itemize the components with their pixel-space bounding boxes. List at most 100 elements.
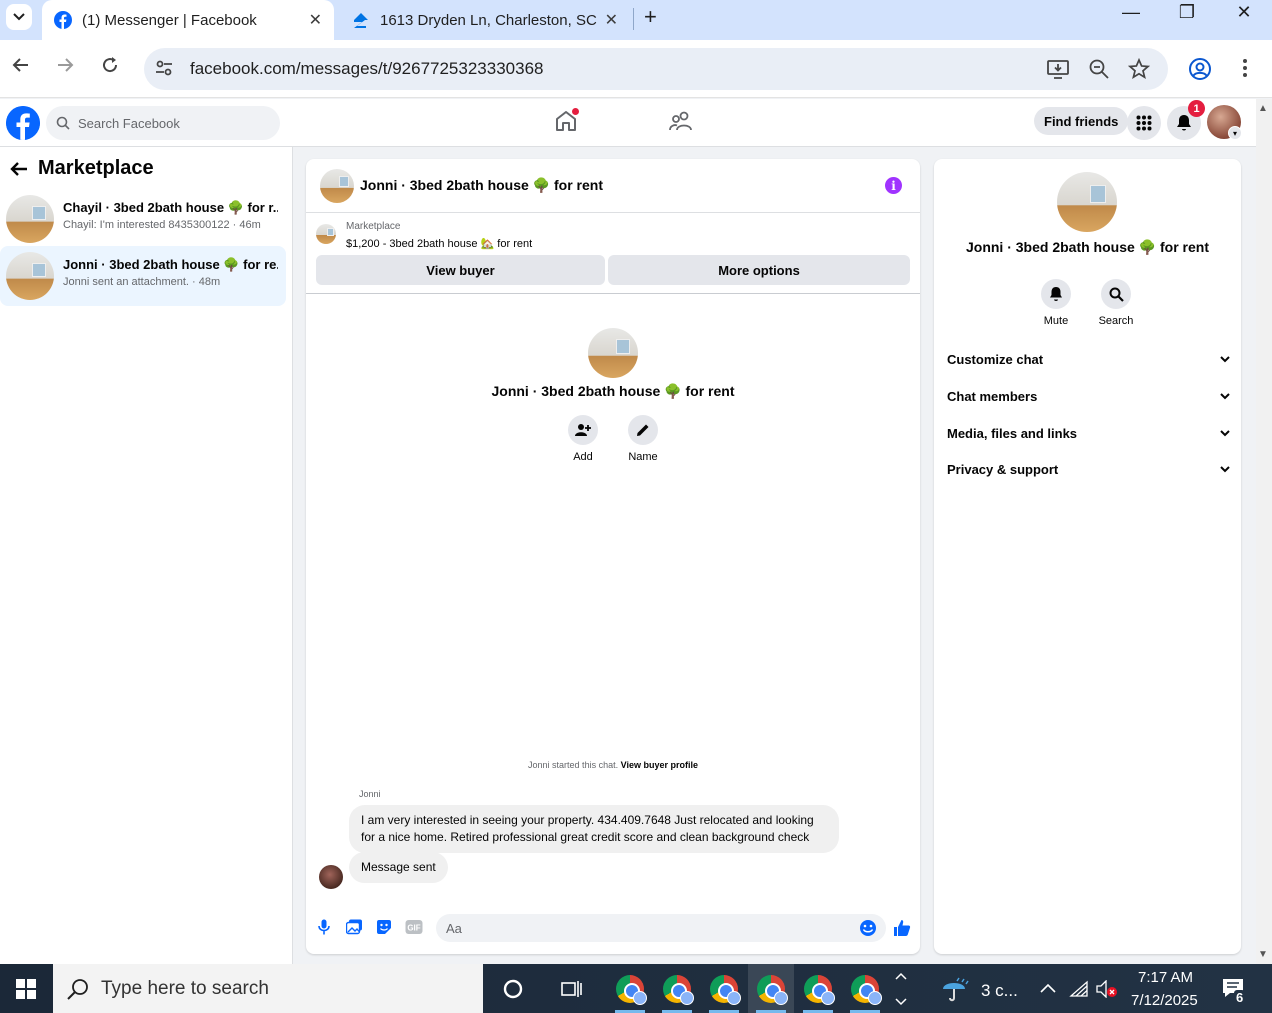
search-icon	[56, 116, 70, 130]
message-bubble[interactable]: Message sent	[349, 852, 448, 883]
chrome-taskbar-button[interactable]	[842, 964, 888, 1013]
emoji-icon[interactable]	[859, 919, 877, 937]
chrome-taskbar-button-active[interactable]	[748, 964, 794, 1013]
facebook-logo-icon[interactable]	[6, 106, 40, 140]
browser-tab-strip: (1) Messenger | Facebook ✕ 1613 Dryden L…	[0, 0, 1272, 40]
sidebar-title: Marketplace	[38, 157, 154, 179]
chrome-taskbar-button[interactable]	[654, 964, 700, 1013]
profile-badge-icon	[774, 991, 788, 1005]
search-action[interactable]: Search	[1086, 279, 1146, 327]
restore-icon[interactable]: ❐	[1159, 2, 1215, 23]
chat-list-item[interactable]: Chayil · 3bed 2bath house 🌳 for r... Cha…	[0, 189, 286, 249]
like-thumb-icon[interactable]	[893, 919, 911, 937]
address-bar[interactable]: facebook.com/messages/t/9267725323330368	[144, 48, 1168, 90]
facebook-search-input[interactable]	[78, 115, 258, 131]
back-icon[interactable]	[12, 56, 30, 74]
info-icon[interactable]: i	[885, 177, 902, 194]
wifi-icon[interactable]	[1069, 980, 1089, 998]
chrome-taskbar-button[interactable]	[795, 964, 841, 1013]
weather-umbrella-icon[interactable]	[941, 976, 971, 1004]
conversation-header: Jonni · 3bed 2bath house 🌳 for rent i	[306, 159, 920, 213]
message-composer-input[interactable]	[436, 914, 886, 942]
add-action[interactable]: Add	[553, 415, 613, 463]
find-friends-button[interactable]: Find friends	[1034, 107, 1129, 135]
close-tab-icon[interactable]: ✕	[309, 10, 322, 30]
chat-members-section[interactable]: Chat members	[947, 381, 1230, 411]
tab-search-button[interactable]	[6, 4, 32, 30]
add-person-button[interactable]	[568, 415, 598, 445]
back-arrow-icon[interactable]	[10, 161, 28, 177]
name-action[interactable]: Name	[613, 415, 673, 463]
search-in-chat-button[interactable]	[1101, 279, 1131, 309]
chat-avatar	[6, 195, 54, 243]
view-buyer-button[interactable]: View buyer	[316, 255, 605, 285]
edit-name-button[interactable]	[628, 415, 658, 445]
close-tab-icon[interactable]: ✕	[605, 10, 618, 30]
chevron-down-icon	[1220, 392, 1230, 399]
new-tab-icon[interactable]: +	[644, 4, 657, 30]
bell-icon	[1050, 287, 1062, 301]
start-button[interactable]	[0, 964, 52, 1013]
conversation-title[interactable]: Jonni · 3bed 2bath house 🌳 for rent	[360, 177, 603, 194]
clock-time[interactable]: 7:17 AM	[1138, 969, 1193, 986]
site-info-icon[interactable]	[154, 58, 174, 78]
chat-name: Jonni · 3bed 2bath house 🌳 for re...	[63, 257, 278, 272]
sticker-icon[interactable]	[376, 919, 392, 935]
facebook-search-box[interactable]	[46, 106, 280, 140]
browser-menu-icon[interactable]	[1240, 57, 1250, 79]
bell-icon	[1177, 115, 1191, 131]
zoom-out-icon[interactable]	[1088, 58, 1110, 80]
task-view-button[interactable]	[549, 964, 595, 1013]
privacy-support-section[interactable]: Privacy & support	[947, 454, 1230, 484]
scroll-down-icon[interactable]: ▼	[1258, 949, 1268, 960]
close-window-icon[interactable]: ✕	[1216, 2, 1272, 23]
scroll-up-icon[interactable]: ▲	[1258, 103, 1268, 114]
chrome-taskbar-button[interactable]	[607, 964, 653, 1013]
account-chevron-icon[interactable]: ▾	[1228, 126, 1242, 140]
tab-messenger[interactable]: (1) Messenger | Facebook ✕	[42, 0, 334, 40]
taskbar-scroll-button[interactable]	[889, 964, 913, 1013]
taskbar-search-input[interactable]	[101, 977, 461, 1000]
photo-icon[interactable]	[346, 919, 363, 935]
weather-text[interactable]: 3 c...	[981, 981, 1018, 1001]
chat-list-item-selected[interactable]: Jonni · 3bed 2bath house 🌳 for re... Jon…	[0, 246, 286, 306]
tab-zillow[interactable]: 1613 Dryden Ln, Charleston, SC ✕	[340, 0, 630, 40]
mute-action[interactable]: Mute	[1026, 279, 1086, 327]
customize-chat-section[interactable]: Customize chat	[947, 344, 1230, 374]
menu-button[interactable]	[1127, 106, 1161, 140]
facebook-favicon-icon	[54, 11, 72, 29]
search-icon	[1109, 287, 1124, 302]
bookmark-star-icon[interactable]	[1128, 58, 1150, 80]
listing-title[interactable]: $1,200 - 3bed 2bath house 🏡 for rent	[346, 237, 532, 250]
reload-icon[interactable]	[101, 56, 119, 74]
mute-button[interactable]	[1041, 279, 1071, 309]
profile-badge-icon	[680, 991, 694, 1005]
friends-icon[interactable]	[669, 109, 693, 133]
windows-taskbar: 3 c... 7:17 AM 7/12/2025 6	[0, 964, 1272, 1013]
page-scrollbar[interactable]: ▲ ▼	[1256, 99, 1272, 964]
minimize-icon[interactable]: —	[1103, 2, 1159, 23]
taskbar-search-box[interactable]	[53, 964, 483, 1013]
sender-avatar[interactable]	[319, 865, 343, 889]
chat-list-sidebar: Marketplace Chayil · 3bed 2bath house 🌳 …	[0, 147, 293, 964]
more-options-button[interactable]: More options	[608, 255, 910, 285]
profile-icon[interactable]	[1188, 57, 1212, 81]
section-label: Privacy & support	[947, 461, 1059, 477]
forward-icon[interactable]	[56, 56, 74, 74]
clock-date[interactable]: 7/12/2025	[1131, 992, 1198, 1009]
volume-muted-icon[interactable]	[1096, 980, 1118, 998]
message-bubble[interactable]: I am very interested in seeing your prop…	[349, 805, 839, 853]
chrome-taskbar-button[interactable]	[701, 964, 747, 1013]
info-avatar[interactable]	[1057, 172, 1117, 232]
install-app-icon[interactable]	[1046, 58, 1070, 80]
media-files-links-section[interactable]: Media, files and links	[947, 418, 1230, 448]
conversation-avatar[interactable]	[320, 169, 354, 203]
listing-thumbnail[interactable]	[316, 224, 336, 244]
cortana-button[interactable]	[490, 964, 536, 1013]
view-buyer-profile-link[interactable]: View buyer profile	[621, 760, 698, 770]
microphone-icon[interactable]	[318, 919, 330, 935]
gif-icon[interactable]: GIF	[405, 919, 423, 935]
show-hidden-icons-icon[interactable]	[1040, 982, 1056, 994]
listing-label: Marketplace	[346, 221, 401, 232]
pencil-icon	[637, 424, 649, 436]
